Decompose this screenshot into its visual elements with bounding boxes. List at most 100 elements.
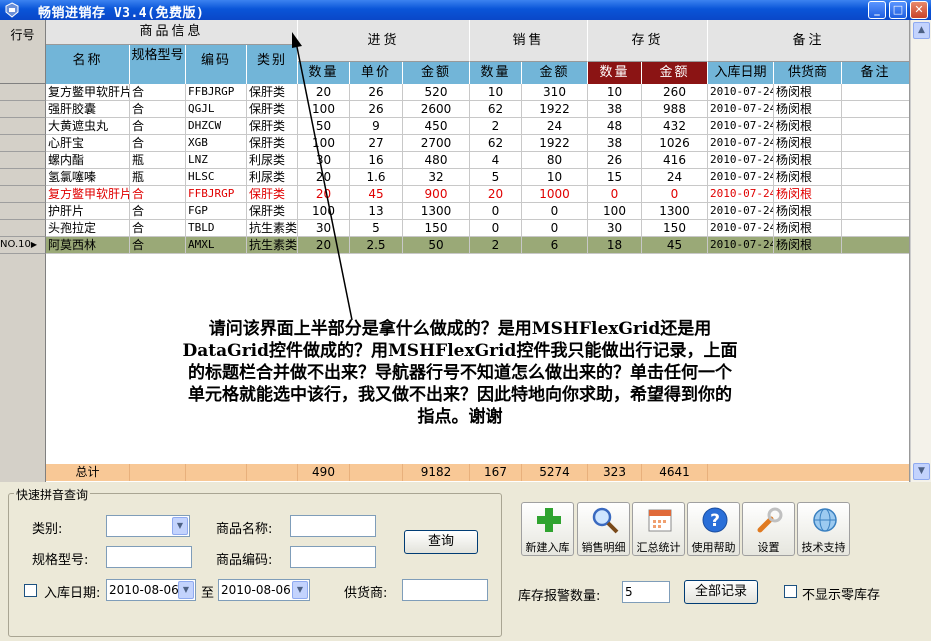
chevron-down-icon[interactable]: ▼: [292, 581, 308, 599]
cell-sale-amount[interactable]: 24: [522, 118, 588, 135]
cell-stock-amount[interactable]: 416: [642, 152, 708, 169]
cell-remark[interactable]: [842, 186, 909, 203]
cell-sale-amount[interactable]: 0: [522, 203, 588, 220]
cell-sale-qty[interactable]: 10: [470, 84, 522, 101]
date-from-picker[interactable]: 2010-08-06 ▼: [106, 579, 196, 601]
cell-stock-qty[interactable]: 15: [588, 169, 642, 186]
cell-name[interactable]: 护肝片: [46, 203, 130, 220]
cell-stock-qty[interactable]: 10: [588, 84, 642, 101]
cell-name[interactable]: 复方鳖甲软肝片: [46, 186, 130, 203]
table-row[interactable]: 强肝胶囊合 QGJL 保肝类 100 26 2600 62 1922 38 988 2010-07-…: [46, 101, 909, 118]
cell-date[interactable]: 2010-07-24: [708, 169, 774, 186]
col-header-sale-amount[interactable]: 金额: [522, 62, 588, 84]
row-header[interactable]: [0, 101, 46, 118]
cell-sale-amount[interactable]: 10: [522, 169, 588, 186]
minimize-button[interactable]: _: [868, 1, 886, 19]
cell-date[interactable]: 2010-07-24: [708, 152, 774, 169]
cell-in-amount[interactable]: 2700: [403, 135, 470, 152]
cell-spec[interactable]: 合: [130, 118, 186, 135]
col-header-spec[interactable]: 规格型号: [130, 45, 186, 84]
cell-stock-qty[interactable]: 0: [588, 186, 642, 203]
table-row[interactable]: 护肝片合 FGP 保肝类 100 13 1300 0 0 100 1300 2010-07-24 杨闵…: [46, 203, 909, 220]
row-header[interactable]: [0, 186, 46, 203]
col-header-remark[interactable]: 备注: [842, 62, 909, 84]
cell-date[interactable]: 2010-07-24: [708, 101, 774, 118]
query-button[interactable]: 查询: [404, 530, 478, 554]
cell-supplier[interactable]: 杨闵根: [774, 220, 842, 237]
stock-alert-input[interactable]: 5: [622, 581, 670, 603]
cell-name[interactable]: 心肝宝: [46, 135, 130, 152]
row-header[interactable]: [0, 220, 46, 237]
row-header[interactable]: [0, 152, 46, 169]
cell-sale-qty[interactable]: 2: [470, 237, 522, 254]
cell-in-amount[interactable]: 450: [403, 118, 470, 135]
row-header[interactable]: [0, 84, 46, 101]
table-row[interactable]: 氢氯噻嗪瓶HLSC利尿类201.63251015242010-07-24杨闵根: [46, 169, 909, 186]
cell-remark[interactable]: [842, 220, 909, 237]
cell-date[interactable]: 2010-07-24: [708, 84, 774, 101]
cell-name[interactable]: 强肝胶囊: [46, 101, 130, 118]
table-row[interactable]: 大黄遮虫丸合 DHZCW 保肝类 50 9 450 2 24 48 432 2010-07-24 杨闵…: [46, 118, 909, 135]
row-header[interactable]: [0, 135, 46, 152]
cell-sale-amount[interactable]: 0: [522, 220, 588, 237]
cell-supplier[interactable]: 杨闵根: [774, 135, 842, 152]
cell-name[interactable]: 氢氯噻嗪: [46, 169, 130, 186]
cell-sale-qty[interactable]: 5: [470, 169, 522, 186]
table-row[interactable]: 复方鳖甲软肝片合 FFBJRGP 保肝类 20 26 520 10 310 10 260 2010-…: [46, 84, 909, 101]
col-header-code[interactable]: 编码: [186, 45, 247, 84]
cell-remark[interactable]: [842, 237, 909, 254]
cell-remark[interactable]: [842, 203, 909, 220]
cell-name[interactable]: 大黄遮虫丸: [46, 118, 130, 135]
row-header[interactable]: [0, 118, 46, 135]
cell-remark[interactable]: [842, 152, 909, 169]
cell-remark[interactable]: [842, 135, 909, 152]
cell-supplier[interactable]: 杨闵根: [774, 186, 842, 203]
maximize-button[interactable]: □: [889, 1, 907, 19]
cell-stock-qty[interactable]: 26: [588, 152, 642, 169]
cell-name[interactable]: 螺内酯: [46, 152, 130, 169]
cell-supplier[interactable]: 杨闵根: [774, 118, 842, 135]
cell-supplier[interactable]: 杨闵根: [774, 169, 842, 186]
cell-code[interactable]: AMXL: [186, 237, 247, 254]
cell-stock-amount[interactable]: 432: [642, 118, 708, 135]
settings-button[interactable]: 设置: [742, 502, 795, 556]
table-row[interactable]: 心肝宝合 XGB 保肝类 100 27 2700 62 1922 38 1026 2010-07-2…: [46, 135, 909, 152]
cell-supplier[interactable]: 杨闵根: [774, 84, 842, 101]
chevron-down-icon[interactable]: ▼: [178, 581, 194, 599]
cell-spec[interactable]: 瓶: [130, 152, 186, 169]
cell-remark[interactable]: [842, 101, 909, 118]
hide-zero-stock-checkbox[interactable]: [784, 585, 797, 598]
supplier-input[interactable]: [402, 579, 488, 601]
spec-input[interactable]: [106, 546, 192, 568]
cell-code[interactable]: HLSC: [186, 169, 247, 186]
table-row[interactable]: 头孢拉定合 TBLD 抗生素类 30 5 150 0 0 30 150 2010-07-24 杨闵根: [46, 220, 909, 237]
cell-sale-qty[interactable]: 4: [470, 152, 522, 169]
cell-spec[interactable]: 瓶: [130, 169, 186, 186]
cell-sale-amount[interactable]: 1922: [522, 101, 588, 118]
cell-stock-qty[interactable]: 100: [588, 203, 642, 220]
cell-code[interactable]: FFBJRGP: [186, 186, 247, 203]
cell-in-amount[interactable]: 50: [403, 237, 470, 254]
cell-supplier[interactable]: 杨闵根: [774, 237, 842, 254]
col-header-stock-amount[interactable]: 金额: [642, 62, 708, 84]
new-stock-in-button[interactable]: 新建入库: [521, 502, 574, 556]
cell-stock-qty[interactable]: 38: [588, 135, 642, 152]
col-header-name[interactable]: 名称: [46, 45, 130, 84]
cell-in-amount[interactable]: 480: [403, 152, 470, 169]
cell-sale-amount[interactable]: 6: [522, 237, 588, 254]
cell-date[interactable]: 2010-07-24: [708, 220, 774, 237]
cell-spec[interactable]: 合: [130, 220, 186, 237]
cell-code[interactable]: FGP: [186, 203, 247, 220]
cell-spec[interactable]: 合: [130, 101, 186, 118]
cell-code[interactable]: TBLD: [186, 220, 247, 237]
cell-date[interactable]: 2010-07-24: [708, 237, 774, 254]
sales-detail-button[interactable]: 销售明细: [577, 502, 630, 556]
cell-spec[interactable]: 合: [130, 203, 186, 220]
cell-in-amount[interactable]: 32: [403, 169, 470, 186]
date-filter-checkbox[interactable]: [24, 584, 37, 597]
cell-date[interactable]: 2010-07-24: [708, 118, 774, 135]
category-select[interactable]: ▼: [106, 515, 190, 537]
cell-stock-amount[interactable]: 1300: [642, 203, 708, 220]
cell-stock-amount[interactable]: 988: [642, 101, 708, 118]
cell-code[interactable]: XGB: [186, 135, 247, 152]
